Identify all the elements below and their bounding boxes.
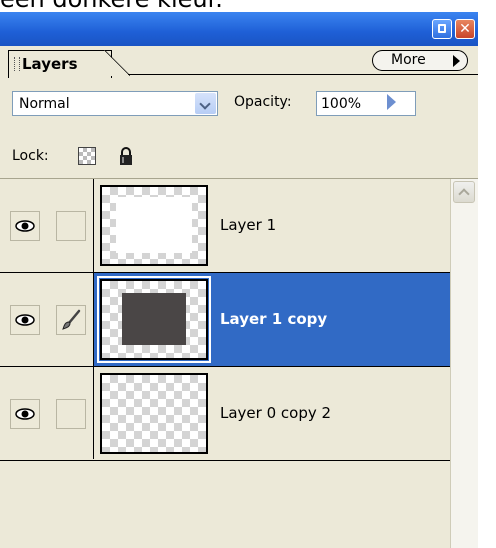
layer-thumbnail[interactable] xyxy=(100,373,208,454)
tab-edge xyxy=(104,50,130,76)
tab-divider xyxy=(128,74,478,75)
layer-row[interactable]: Layer 1 xyxy=(0,179,450,272)
page-caption: een donkere kleur. xyxy=(0,0,496,12)
close-button[interactable]: ✕ xyxy=(455,19,475,39)
thumbnail-fill xyxy=(116,197,192,253)
minimize-button[interactable] xyxy=(432,19,452,39)
layer-name[interactable]: Layer 1 copy xyxy=(220,310,327,328)
lock-transparency-icon[interactable] xyxy=(78,147,96,165)
tab-strip: Layers More xyxy=(0,46,478,78)
layers-panel: Layers More Normal Opacity: 100% Lock: L… xyxy=(0,46,478,548)
opacity-slider-arrow-icon[interactable] xyxy=(387,94,396,110)
padlock-icon[interactable] xyxy=(118,146,134,166)
row-divider xyxy=(0,460,450,461)
opacity-label: Opacity: xyxy=(234,94,292,110)
layer-name[interactable]: Layer 1 xyxy=(220,216,276,234)
layer-row[interactable]: Layer 0 copy 2 xyxy=(0,367,450,460)
layers-list: Layer 1 Layer 1 copy Layer 0 copy 2 xyxy=(0,179,478,548)
play-arrow-icon xyxy=(453,55,460,67)
scroll-up-button[interactable] xyxy=(453,181,475,203)
brush-icon xyxy=(62,309,81,330)
blend-mode-select[interactable]: Normal xyxy=(12,91,218,116)
tab-layers[interactable]: Layers xyxy=(8,50,112,78)
opacity-input[interactable]: 100% xyxy=(316,91,416,116)
eye-icon xyxy=(15,220,35,232)
eye-icon xyxy=(15,408,35,420)
layer-name[interactable]: Layer 0 copy 2 xyxy=(220,404,331,422)
thumbnail-fill xyxy=(122,293,186,345)
link-toggle[interactable] xyxy=(56,399,86,429)
more-button-label: More xyxy=(391,52,426,68)
visibility-toggle[interactable] xyxy=(10,305,40,335)
layer-thumbnail[interactable] xyxy=(100,185,208,266)
grip-icon[interactable] xyxy=(14,57,20,71)
layer-row-selected[interactable]: Layer 1 copy xyxy=(0,273,450,366)
visibility-toggle[interactable] xyxy=(10,399,40,429)
link-toggle[interactable] xyxy=(56,211,86,241)
window-titlebar[interactable] xyxy=(0,12,478,46)
paint-toggle[interactable] xyxy=(56,305,86,335)
eye-icon xyxy=(15,314,35,326)
tab-layers-label: Layers xyxy=(22,55,78,73)
opacity-value: 100% xyxy=(321,96,362,112)
blend-mode-value: Normal xyxy=(19,96,70,112)
more-button[interactable]: More xyxy=(372,50,468,71)
visibility-toggle[interactable] xyxy=(10,211,40,241)
lock-label: Lock: xyxy=(12,148,49,164)
layer-thumbnail[interactable] xyxy=(97,276,211,363)
chevron-down-icon[interactable] xyxy=(195,93,216,114)
scrollbar[interactable] xyxy=(450,179,478,548)
